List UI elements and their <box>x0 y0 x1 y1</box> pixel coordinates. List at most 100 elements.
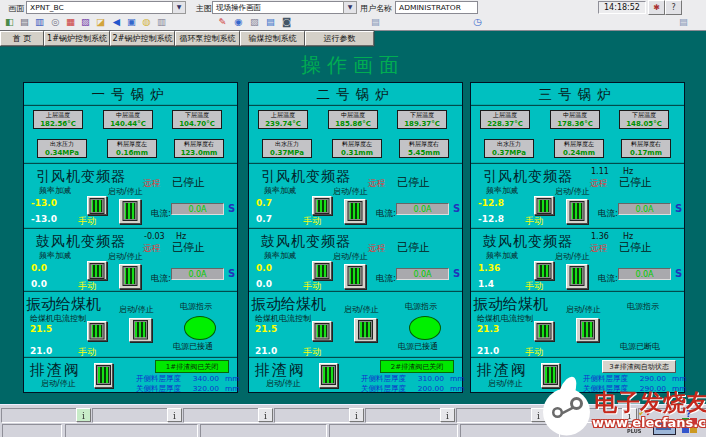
sensor-box-middle-temp: 中层温度185.86°C <box>328 110 378 129</box>
close-side-label: 关侧料层厚度 <box>361 384 406 394</box>
start-stop-label: 启动/停止 <box>119 304 154 315</box>
tab-4[interactable]: 循环泵控制系统 <box>175 31 240 46</box>
freq-adjust-button[interactable] <box>312 261 332 280</box>
panel-header: 一号锅炉 <box>24 83 237 105</box>
freq-adjust-button[interactable] <box>534 261 554 280</box>
picture-dropdown-icon[interactable]: ▼ <box>172 1 186 14</box>
section-title: 鼓风机变频器 <box>36 232 126 251</box>
section-title: 引风机变频器 <box>483 167 573 186</box>
power-status: 电源已断电 <box>620 341 660 352</box>
user-field[interactable]: ADMINISTRATOR <box>395 1 478 14</box>
freq-feedback-value: 0.7 <box>256 213 272 224</box>
info-button[interactable]: i <box>349 408 364 422</box>
s-flag: S <box>453 202 460 214</box>
open-side-value: 310.00 <box>412 374 444 383</box>
section-title: 鼓风机变频器 <box>261 232 351 251</box>
columns-icon[interactable]: ▥ <box>154 15 169 28</box>
start-stop-button[interactable] <box>566 199 588 224</box>
users-icon[interactable]: ◉ <box>231 15 246 28</box>
folder-icon[interactable]: ◪ <box>93 15 108 28</box>
start-stop-button[interactable] <box>566 264 588 289</box>
feeder-adjust-button[interactable] <box>87 321 107 341</box>
start-stop-button[interactable] <box>354 318 377 342</box>
start-stop-button[interactable] <box>119 264 141 289</box>
film-icon[interactable]: ▤ <box>263 15 278 28</box>
page-icon[interactable]: ▤ <box>368 15 383 28</box>
doc-icon[interactable]: ▤ <box>676 15 691 28</box>
print-icon[interactable]: ▤ <box>17 15 32 28</box>
toolbar: 画面 XPNT_BC ▼ 主图 现场操作画面 ▼ 用户名称 ADMINISTRA… <box>0 0 706 31</box>
feeder-set-value: 21.5 <box>255 323 277 334</box>
freq-feedback-value: -13.0 <box>31 213 57 224</box>
main-picture-dropdown-icon[interactable]: ▼ <box>343 1 357 14</box>
tab-5[interactable]: 输煤控制系统 <box>240 31 305 46</box>
freq-adjust-button[interactable] <box>312 196 332 215</box>
switch-icon <box>359 321 372 338</box>
run-status: 已停止 <box>172 175 205 190</box>
camera-icon[interactable]: ◙ <box>279 15 294 28</box>
palette-icon[interactable]: ▦ <box>63 15 78 28</box>
picture-icon[interactable]: ▨ <box>247 15 262 28</box>
start-stop-button[interactable] <box>576 318 599 342</box>
notebook-icon[interactable]: ▥ <box>32 15 47 28</box>
panel-header: 二号锅炉 <box>249 83 462 105</box>
freq-feedback-value: -12.8 <box>478 213 504 224</box>
feeder-adjust-button[interactable] <box>534 321 554 341</box>
valve-button[interactable] <box>94 363 113 388</box>
switch-icon <box>124 267 137 285</box>
tab-3[interactable]: 2#锅炉控制系统 <box>110 31 175 46</box>
start-stop-button[interactable] <box>344 199 366 224</box>
valve-button[interactable] <box>541 363 560 388</box>
current-display: 0.0A <box>618 268 671 280</box>
sensor-group: 上层温度228.37°C 中层温度178.36°C 下层温度148.05°C 出… <box>471 105 684 163</box>
clock-icon[interactable]: ◷ <box>470 15 485 28</box>
picture-combobox[interactable]: XPNT_BC <box>26 1 174 14</box>
feeder-feedback-value: 21.0 <box>255 345 277 356</box>
tab-2[interactable]: 1#锅炉控制系统 <box>44 31 110 46</box>
info-button[interactable]: i <box>167 408 182 422</box>
slider-icon <box>538 264 551 278</box>
slider-icon <box>316 324 329 339</box>
feeder-adjust-button[interactable] <box>312 321 332 341</box>
s-flag: S <box>675 202 682 214</box>
start-stop-button[interactable] <box>344 264 366 289</box>
remote-label: 远程 <box>143 177 160 189</box>
search-icon[interactable]: ◎ <box>48 15 63 28</box>
remote-label: 远程 <box>368 242 385 254</box>
start-stop-label: 启动/停止 <box>344 304 379 315</box>
remote-label: 远程 <box>143 242 160 254</box>
freq-adjust-button[interactable] <box>87 261 107 280</box>
boiler-panel-3: 三号锅炉 上层温度228.37°C 中层温度178.36°C 下层温度148.0… <box>470 82 685 393</box>
image-icon[interactable]: ▨ <box>78 15 93 28</box>
feeder-set-value: 21.3 <box>477 323 499 334</box>
sensor-group: 上层温度239.74°C 中层温度185.86°C 下层温度189.37°C 出… <box>249 105 462 163</box>
help-button[interactable]: ? <box>665 0 682 15</box>
tab-6[interactable]: 运行参数 <box>305 31 374 46</box>
close-side-unit: mm <box>225 384 240 393</box>
back-icon[interactable]: ◀ <box>109 15 124 28</box>
alarm-segment <box>456 408 532 423</box>
start-stop-button[interactable] <box>119 199 141 224</box>
info-button[interactable]: i <box>258 408 273 422</box>
mode-label: 手动 <box>525 215 543 227</box>
freq-adjust-button[interactable] <box>87 196 107 215</box>
freq-adjust-label: 频率加减 <box>264 250 296 261</box>
freq-adjust-button[interactable] <box>534 196 554 215</box>
bell-icon[interactable]: ◍ <box>139 15 154 28</box>
exit-icon[interactable]: ◧ <box>2 15 17 28</box>
freq-set-value: 0.0 <box>31 262 47 273</box>
remote-label: 远程 <box>590 177 607 189</box>
monitor-icon[interactable]: ▣ <box>124 15 139 28</box>
valve-button[interactable] <box>319 363 338 388</box>
info-button[interactable]: i <box>76 408 91 422</box>
pen-icon[interactable]: ✎ <box>215 15 230 28</box>
current-display: 0.0A <box>396 203 449 215</box>
coal-feeder-section: 振动给煤机 给煤机电流控制 21.5 21.0 手动 启动/停止 电源指示 电源… <box>24 291 237 357</box>
info-button[interactable]: i <box>440 408 455 422</box>
tab-1[interactable]: 首 页 <box>0 31 44 46</box>
open-side-unit: mm <box>225 374 240 383</box>
freq-feedback-value: 0.0 <box>256 278 272 289</box>
tool-button[interactable]: ✱ <box>648 0 665 15</box>
main-picture-combobox[interactable]: 现场操作画面 <box>212 1 345 14</box>
start-stop-button[interactable] <box>129 318 152 342</box>
